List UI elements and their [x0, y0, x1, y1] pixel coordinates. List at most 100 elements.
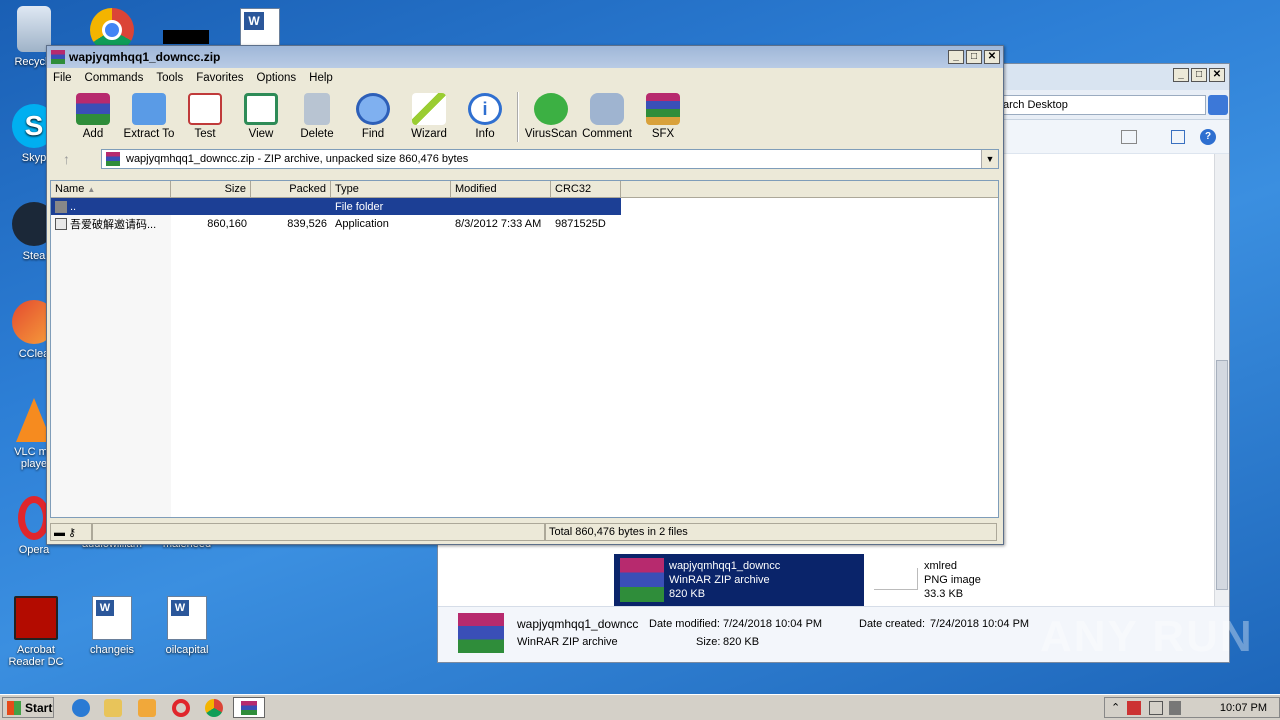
virusscan-button[interactable]: VirusScan	[523, 93, 579, 146]
view-options-icon[interactable]	[1121, 130, 1137, 144]
search-input[interactable]: arch Desktop	[998, 95, 1206, 115]
column-type[interactable]: Type	[331, 181, 451, 197]
book-icon	[244, 93, 278, 125]
chrome-icon[interactable]	[205, 699, 223, 717]
wizard-button[interactable]: Wizard	[401, 93, 457, 146]
toolbar-separator	[517, 92, 519, 142]
table-row[interactable]: 吾爱破解邀请码... 860,160 839,526 Application 8…	[51, 215, 998, 232]
table-row[interactable]: .. File folder	[51, 198, 621, 215]
test-icon	[188, 93, 222, 125]
extract-to-button[interactable]: Extract To	[121, 93, 177, 146]
winrar-titlebar: wapjyqmhqq1_downcc.zip _ □ ✕	[47, 46, 1003, 68]
column-name[interactable]: Name ▲	[51, 181, 171, 197]
file-name[interactable]: xmlred	[924, 560, 957, 572]
word-doc-icon[interactable]: W	[240, 8, 280, 46]
menu-favorites[interactable]: Favorites	[196, 72, 243, 84]
info-icon: i	[468, 93, 502, 125]
volume-icon[interactable]	[1169, 701, 1181, 715]
taskbar: Start ⌃ 10:07 PM	[0, 694, 1280, 720]
network-icon[interactable]	[1149, 701, 1163, 715]
file-type: PNG image	[924, 574, 981, 586]
selected-file-tile[interactable]: wapjyqmhqq1_downcc WinRAR ZIP archive 82…	[614, 554, 864, 606]
path-bar: ↑ wapjyqmhqq1_downcc.zip - ZIP archive, …	[47, 146, 1003, 172]
folder-icon	[132, 93, 166, 125]
media-player-icon[interactable]	[138, 699, 156, 717]
view-button[interactable]: View	[233, 93, 289, 146]
winrar-archive-icon	[620, 558, 664, 602]
winrar-app-icon	[51, 50, 65, 64]
comment-button[interactable]: Comment	[579, 93, 635, 146]
file-size: 33.3 KB	[924, 588, 964, 600]
file-list: Name ▲ Size Packed Type Modified CRC32 .…	[50, 180, 999, 518]
status-total: Total 860,476 bytes in 2 files	[545, 523, 997, 541]
preview-pane-icon[interactable]	[1171, 130, 1185, 144]
comment-icon	[590, 93, 624, 125]
wand-icon	[412, 93, 446, 125]
info-button[interactable]: i Info	[457, 93, 513, 146]
minimize-button[interactable]: _	[948, 50, 964, 64]
test-button[interactable]: Test	[177, 93, 233, 146]
desktop-icon-acrobat[interactable]: Acrobat Reader DC	[0, 596, 76, 668]
maximize-button[interactable]: □	[1191, 68, 1207, 82]
close-button[interactable]: ✕	[1209, 68, 1225, 82]
explorer-folder-icon[interactable]	[104, 699, 122, 717]
add-button[interactable]: Add	[65, 93, 121, 146]
acrobat-icon	[14, 596, 58, 640]
word-doc-icon: W	[167, 596, 207, 640]
menu-options[interactable]: Options	[257, 72, 297, 84]
show-hidden-icons-arrow[interactable]: ⌃	[1111, 701, 1120, 714]
toolbar: Add Extract To Test View Delete Find Wiz…	[47, 88, 1003, 146]
application-icon	[55, 217, 67, 230]
add-icon	[76, 93, 110, 125]
menu-commands[interactable]: Commands	[85, 72, 144, 84]
word-doc-icon: W	[92, 596, 132, 640]
sfx-icon	[646, 93, 680, 125]
column-crc32[interactable]: CRC32	[551, 181, 621, 197]
up-arrow-icon[interactable]: ↑	[63, 151, 70, 167]
folder-up-icon	[55, 200, 67, 213]
winrar-app-icon	[241, 701, 257, 715]
path-combobox[interactable]: wapjyqmhqq1_downcc.zip - ZIP archive, un…	[101, 149, 999, 169]
menu-bar: File Commands Tools Favorites Options He…	[47, 68, 1003, 88]
column-modified[interactable]: Modified	[451, 181, 551, 197]
start-button[interactable]: Start	[2, 697, 54, 718]
column-packed[interactable]: Packed	[251, 181, 331, 197]
sfx-button[interactable]: SFX	[635, 93, 691, 146]
menu-file[interactable]: File	[53, 72, 72, 84]
column-size[interactable]: Size	[171, 181, 251, 197]
black-file-icon[interactable]	[163, 30, 209, 44]
close-button[interactable]: ✕	[984, 50, 1000, 64]
bug-icon	[534, 93, 568, 125]
desktop-icon-changeis[interactable]: W changeis	[72, 596, 152, 656]
status-bar: ▬ ⚷ Total 860,476 bytes in 2 files	[50, 522, 999, 542]
trash-icon	[304, 93, 330, 125]
window-title: wapjyqmhqq1_downcc.zip	[69, 50, 221, 64]
find-button[interactable]: Find	[345, 93, 401, 146]
png-thumbnail-icon	[874, 568, 918, 590]
magnifier-icon	[356, 93, 390, 125]
menu-tools[interactable]: Tools	[156, 72, 183, 84]
drive-key-icons[interactable]: ▬ ⚷	[50, 523, 92, 541]
help-icon[interactable]: ?	[1200, 129, 1216, 145]
winrar-archive-icon	[458, 613, 504, 653]
anyrun-watermark: ANY RUN	[1040, 612, 1254, 661]
delete-button[interactable]: Delete	[289, 93, 345, 146]
windows-logo-icon	[7, 700, 21, 715]
clock[interactable]: 10:07 PM	[1220, 702, 1267, 714]
column-headers: Name ▲ Size Packed Type Modified CRC32	[51, 181, 998, 198]
winrar-window: wapjyqmhqq1_downcc.zip _ □ ✕ File Comman…	[46, 45, 1004, 545]
search-icon[interactable]	[1208, 95, 1228, 115]
maximize-button[interactable]: □	[966, 50, 982, 64]
winrar-taskbar-button[interactable]	[233, 697, 265, 718]
zip-archive-icon	[106, 152, 120, 166]
chevron-down-icon[interactable]: ▼	[981, 150, 998, 168]
menu-help[interactable]: Help	[309, 72, 333, 84]
explorer-scrollbar[interactable]	[1214, 154, 1229, 606]
desktop-icon-oilcapital[interactable]: W oilcapital	[147, 596, 227, 656]
status-left	[92, 523, 545, 541]
name-column-shade	[51, 198, 171, 517]
minimize-button[interactable]: _	[1173, 68, 1189, 82]
opera-icon[interactable]	[172, 699, 190, 717]
action-center-icon[interactable]	[1127, 701, 1141, 715]
ie-icon[interactable]	[72, 699, 90, 717]
